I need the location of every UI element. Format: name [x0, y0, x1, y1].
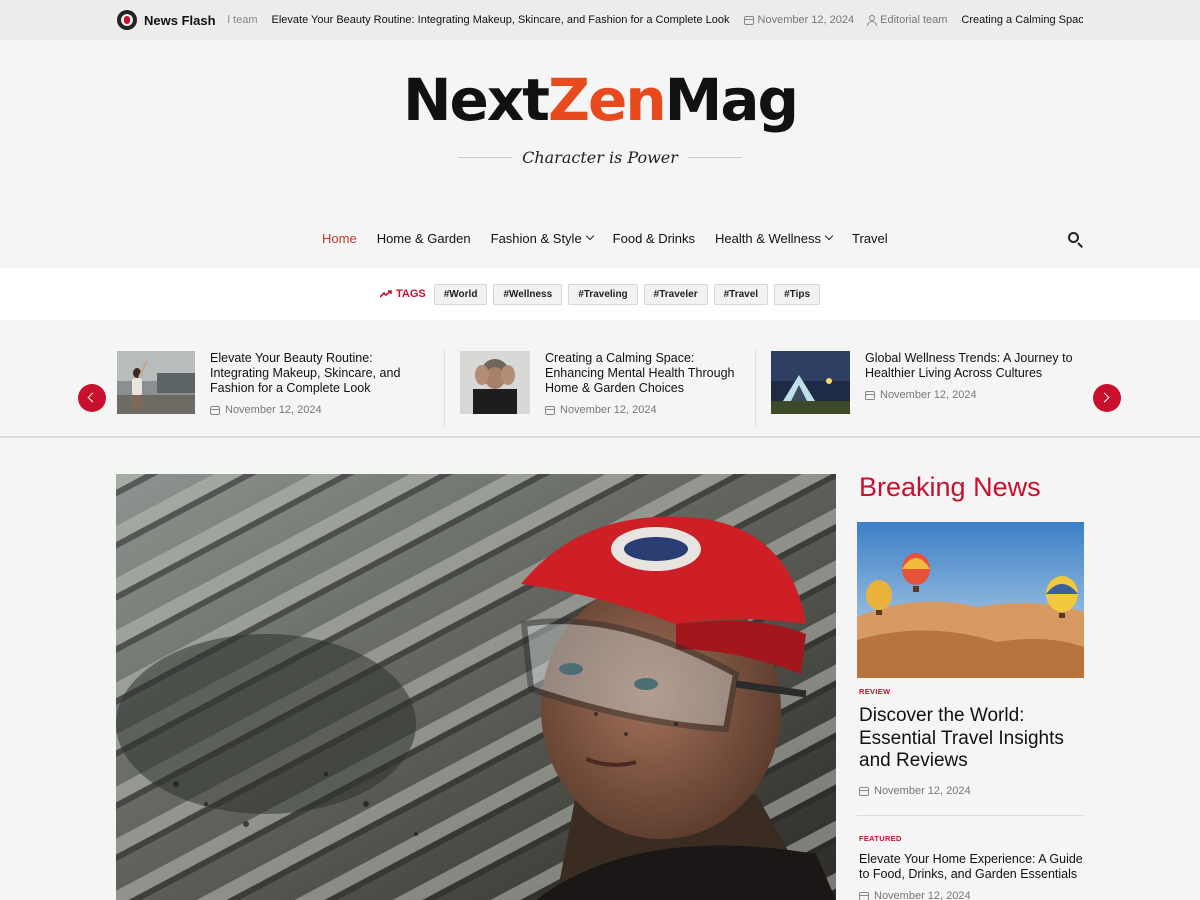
carousel-item-title[interactable]: Elevate Your Beauty Routine: Integrating… — [210, 351, 417, 396]
carousel-item-body: Elevate Your Beauty Routine: Integrating… — [210, 351, 417, 416]
calendar-icon — [743, 15, 754, 25]
carousel-thumb-beauty[interactable] — [117, 351, 195, 414]
breaking-item-date-text: November 12, 2024 — [874, 890, 971, 900]
carousel-item: Elevate Your Beauty Routine: Integrating… — [117, 351, 417, 416]
nav-list: Home Home & Garden Fashion & Style Food … — [312, 222, 898, 254]
site-logo[interactable]: NextZenMag — [390, 60, 810, 140]
breaking-news-heading: Breaking News — [859, 472, 1041, 502]
tag-wellness[interactable]: #Wellness — [493, 283, 563, 305]
chevron-left-icon — [87, 392, 98, 403]
tags-bar: TAGS #World #Wellness #Traveling #Travel… — [0, 268, 1200, 320]
chevron-down-icon — [824, 231, 834, 241]
news-ticker: l team Elevate Your Beauty Routine: Inte… — [228, 14, 1083, 26]
main-nav: Home Home & Garden Fashion & Style Food … — [0, 222, 1200, 254]
tags-label-text: TAGS — [395, 288, 426, 300]
nav-label: Fashion & Style — [490, 230, 582, 246]
breaking-item-date: November 12, 2024 — [859, 785, 971, 797]
calendar-icon — [210, 405, 220, 415]
broadcast-icon — [117, 10, 137, 30]
carousel-item-date: November 12, 2024 — [865, 389, 1076, 401]
user-icon — [866, 15, 878, 26]
chevron-down-icon — [585, 231, 594, 241]
nav-item-fashion-style[interactable]: Fashion & Style — [481, 231, 603, 246]
calendar-icon — [545, 405, 555, 415]
carousel-item: Global Wellness Trends: A Journey to Hea… — [771, 351, 1076, 414]
nav-item-home-garden[interactable]: Home & Garden — [367, 231, 481, 246]
breaking-item-date: November 12, 2024 — [859, 890, 971, 900]
tag-tips[interactable]: #Tips — [774, 283, 821, 305]
nav-item-home[interactable]: Home — [312, 231, 367, 246]
nav-label: Food & Drinks — [612, 230, 696, 246]
tag-world[interactable]: #World — [433, 283, 488, 305]
carousel-bottom-rule — [0, 436, 1200, 438]
ticker-author: Editorial team — [866, 14, 947, 26]
carousel-item-body: Creating a Calming Space: Enhancing Ment… — [545, 351, 740, 416]
breaking-news-image[interactable] — [857, 522, 1084, 678]
hero-image[interactable] — [116, 474, 836, 900]
tags-label: TAGS — [379, 288, 426, 300]
logo-part-1: Next — [402, 66, 550, 134]
tag-traveling[interactable]: #Traveling — [568, 283, 638, 305]
search-icon-ring — [1068, 232, 1079, 243]
carousel-divider — [755, 350, 756, 428]
breaking-divider — [857, 815, 1084, 816]
search-icon-handle — [1077, 242, 1083, 248]
category-label[interactable]: FEATURED — [859, 834, 902, 843]
breaking-item-date-text: November 12, 2024 — [874, 785, 971, 797]
tag-traveler[interactable]: #Traveler — [643, 283, 708, 305]
nav-label: Travel — [852, 230, 888, 246]
nav-item-travel[interactable]: Travel — [842, 231, 898, 246]
tagline-rule-right — [687, 156, 742, 158]
carousel-thumb-wellness[interactable] — [771, 351, 850, 414]
category-label[interactable]: REVIEW — [859, 687, 890, 696]
carousel-item: Creating a Calming Space: Enhancing Ment… — [460, 351, 740, 416]
search-icon[interactable] — [1066, 230, 1084, 248]
ticker-fade-text: l team — [227, 14, 258, 26]
carousel-thumb-calming[interactable] — [460, 351, 530, 414]
carousel-item-title[interactable]: Creating a Calming Space: Enhancing Ment… — [545, 351, 740, 396]
tagline-rule-left — [458, 156, 513, 158]
calendar-icon — [859, 891, 869, 900]
carousel-prev-button[interactable] — [78, 384, 106, 412]
carousel-item-date: November 12, 2024 — [545, 404, 740, 416]
carousel-item-date-text: November 12, 2024 — [560, 404, 657, 416]
site-tagline: Character is Power — [458, 144, 742, 170]
tagline-text: Character is Power — [522, 147, 678, 167]
tag-travel[interactable]: #Travel — [713, 283, 769, 305]
news-flash-bar: News Flash l team Elevate Your Beauty Ro… — [0, 0, 1200, 40]
nav-label: Home & Garden — [376, 230, 471, 246]
nav-label: Health & Wellness — [715, 230, 822, 246]
carousel-divider — [444, 350, 445, 428]
ticker-headline[interactable]: Elevate Your Beauty Routine: Integrating… — [272, 14, 730, 26]
nav-label: Home — [322, 230, 357, 246]
carousel-item-date: November 12, 2024 — [210, 404, 417, 416]
ticker-date: November 12, 2024 — [743, 14, 855, 26]
logo-part-2: Zen — [547, 66, 667, 134]
ticker-next-headline[interactable]: Creating a Calming Space: E — [961, 14, 1083, 26]
breaking-item-title[interactable]: Elevate Your Home Experience: A Guide to… — [859, 852, 1084, 882]
nav-item-food-drinks[interactable]: Food & Drinks — [603, 231, 705, 246]
trending-icon — [379, 290, 392, 298]
post-carousel: Elevate Your Beauty Routine: Integrating… — [0, 320, 1200, 440]
news-flash-inner: News Flash l team Elevate Your Beauty Ro… — [117, 0, 1083, 40]
carousel-next-button[interactable] — [1093, 384, 1121, 412]
carousel-item-date-text: November 12, 2024 — [880, 389, 977, 401]
calendar-icon — [859, 786, 869, 796]
ticker-date-text: November 12, 2024 — [757, 14, 855, 26]
carousel-item-body: Global Wellness Trends: A Journey to Hea… — [865, 351, 1076, 414]
logo-part-3: Mag — [664, 66, 799, 134]
news-flash-label: News Flash — [144, 12, 216, 28]
calendar-icon — [865, 390, 875, 400]
carousel-item-title[interactable]: Global Wellness Trends: A Journey to Hea… — [865, 351, 1076, 381]
carousel-item-date-text: November 12, 2024 — [225, 404, 322, 416]
nav-item-health-wellness[interactable]: Health & Wellness — [705, 231, 842, 246]
breaking-item-title[interactable]: Discover the World: Essential Travel Ins… — [859, 705, 1084, 773]
ticker-author-text[interactable]: Editorial team — [880, 14, 947, 26]
chevron-right-icon — [1099, 392, 1110, 403]
